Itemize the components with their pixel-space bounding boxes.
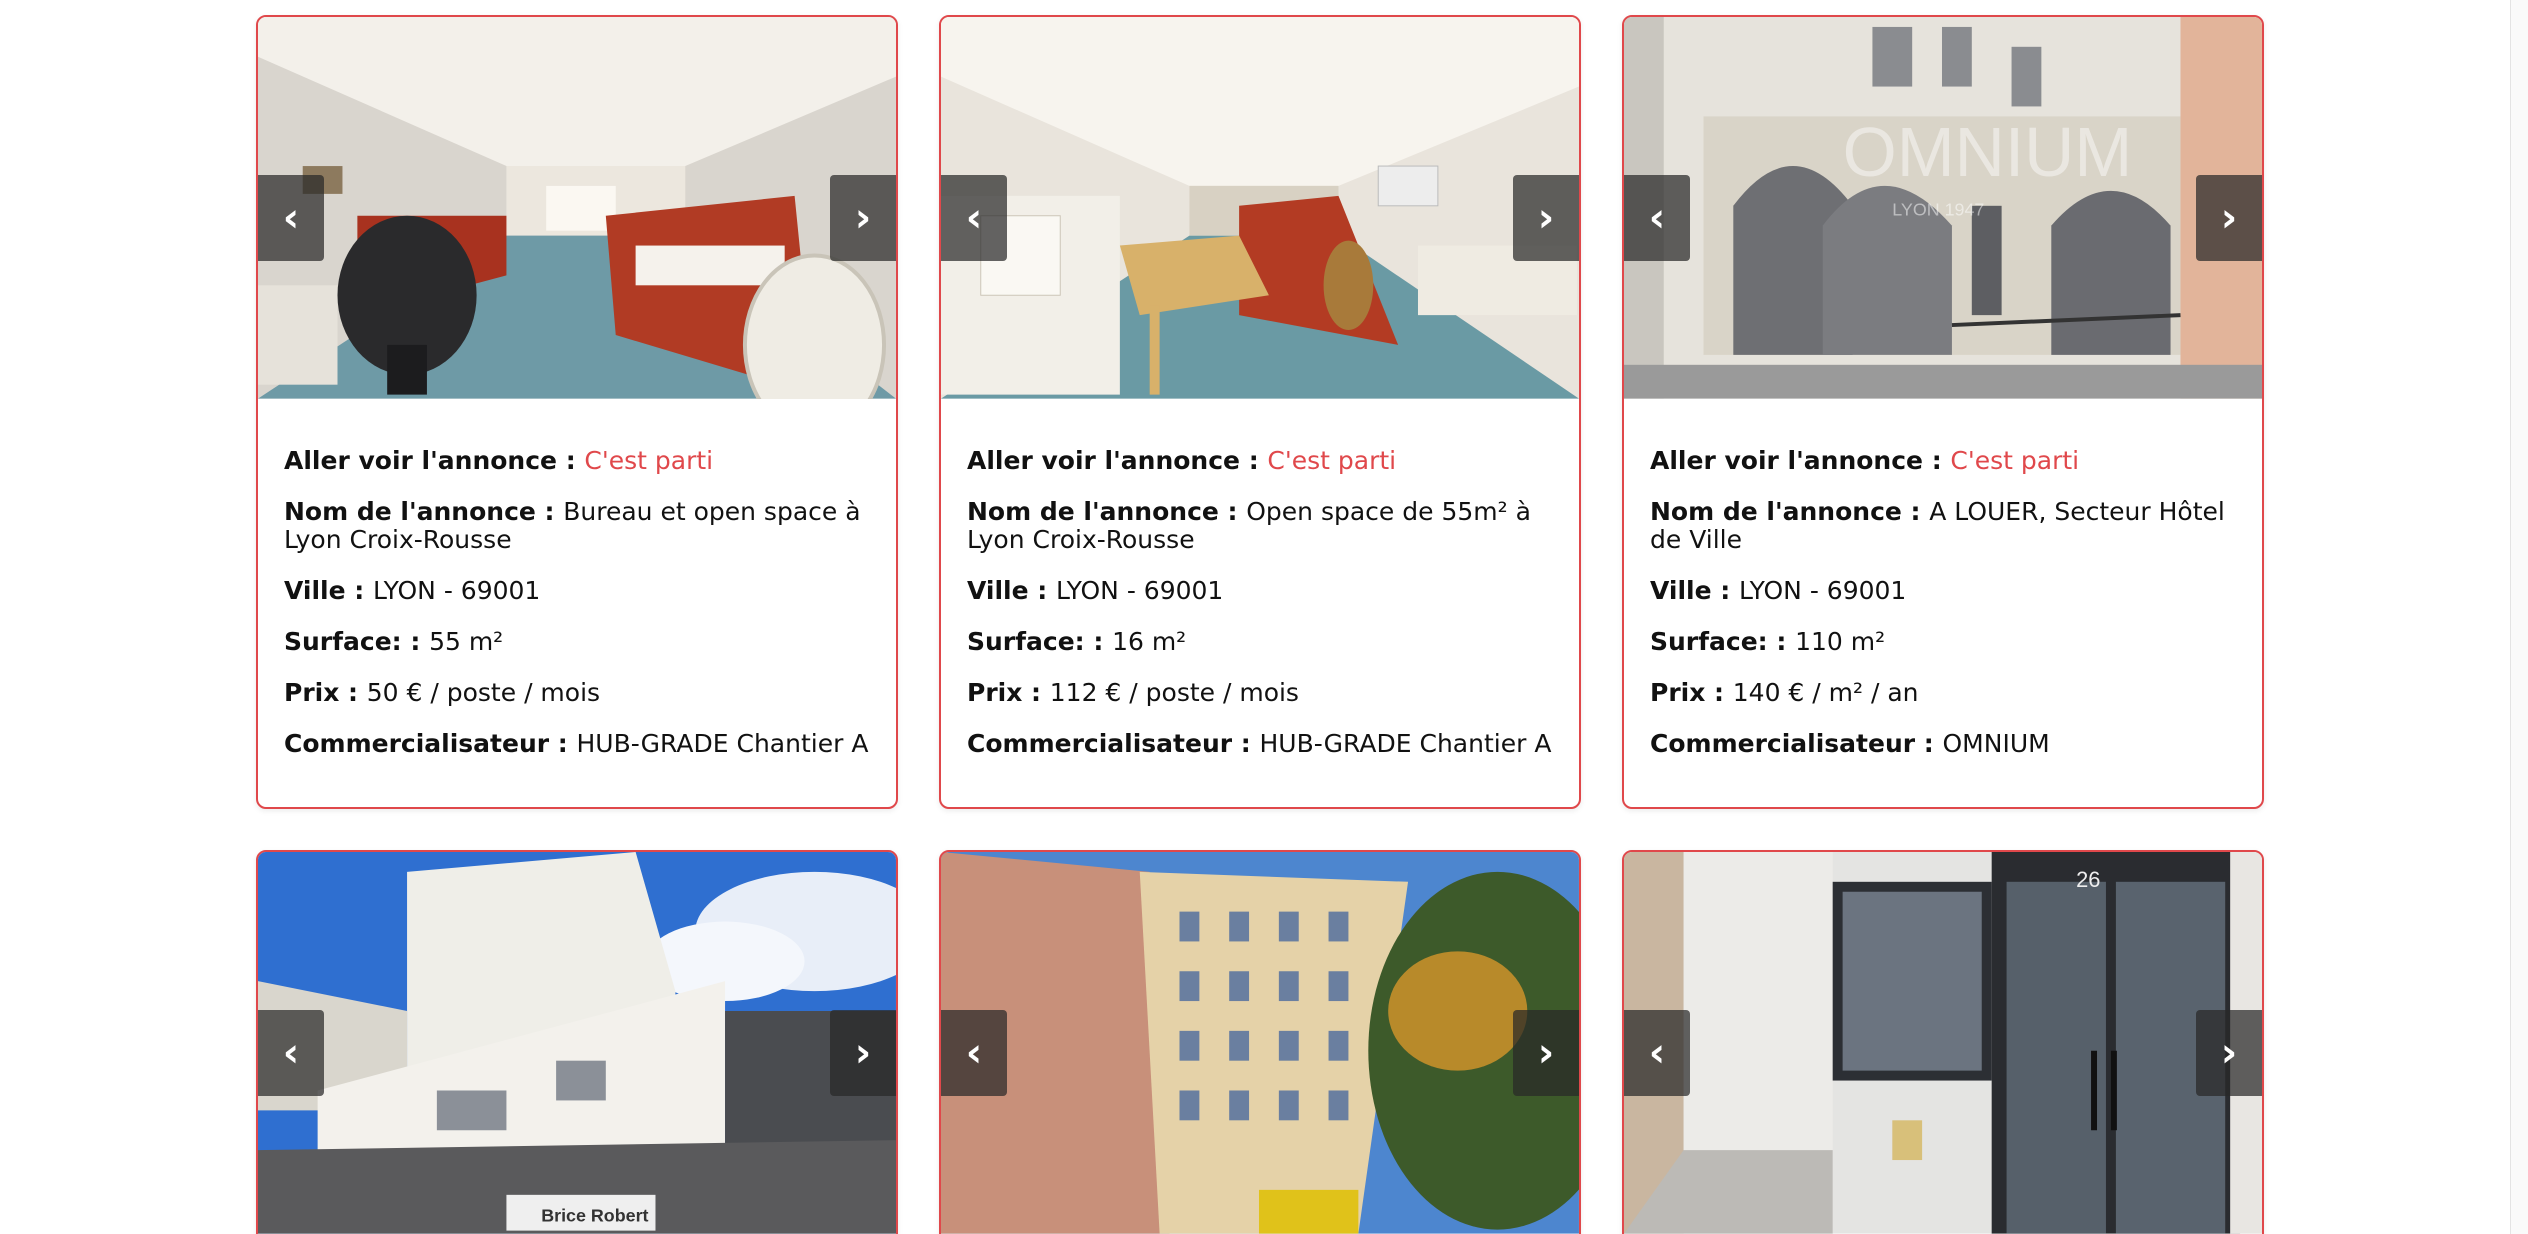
name-row: Nom de l'annonce : Open space de 55m² à … xyxy=(967,498,1553,554)
listing-card: ‹ › xyxy=(939,850,1581,1234)
listing-link[interactable]: C'est parti xyxy=(1267,446,1396,475)
surface-row: Surface: : 16 m² xyxy=(967,628,1553,656)
surface-label: Surface: : xyxy=(967,627,1113,656)
name-label: Nom de l'annonce : xyxy=(1650,497,1930,526)
photo-carousel[interactable]: Brice Robert ‹ › xyxy=(258,852,896,1234)
name-label: Nom de l'annonce : xyxy=(284,497,564,526)
watermark-text: OMNIUM xyxy=(1843,113,2133,191)
carousel-next-button[interactable]: › xyxy=(1513,1010,1579,1096)
carousel-next-button[interactable]: › xyxy=(2196,175,2262,261)
listing-surface: 110 m² xyxy=(1795,627,1886,656)
agent-row: Commercialisateur : OMNIUM xyxy=(1650,730,2236,758)
listing-surface: 16 m² xyxy=(1112,627,1187,656)
listing-surface: 55 m² xyxy=(429,627,504,656)
agent-row: Commercialisateur : HUB-GRADE Chantier A xyxy=(967,730,1553,758)
carousel-next-button[interactable]: › xyxy=(830,175,896,261)
carousel-prev-button[interactable]: ‹ xyxy=(941,1010,1007,1096)
surface-row: Surface: : 110 m² xyxy=(1650,628,2236,656)
listing-photo xyxy=(941,852,1579,1234)
listing-info: Aller voir l'annonce : C'est parti Nom d… xyxy=(941,401,1579,758)
link-label: Aller voir l'annonce : xyxy=(284,446,585,475)
carousel-prev-button[interactable]: ‹ xyxy=(1624,175,1690,261)
listing-city: LYON - 69001 xyxy=(372,576,541,605)
price-label: Prix : xyxy=(967,678,1050,707)
carousel-prev-button[interactable]: ‹ xyxy=(941,175,1007,261)
surface-label: Surface: : xyxy=(284,627,430,656)
link-label: Aller voir l'annonce : xyxy=(967,446,1268,475)
surface-row: Surface: : 55 m² xyxy=(284,628,870,656)
listing-price: 112 € / poste / mois xyxy=(1049,678,1299,707)
listing-card: 26 ‹ › xyxy=(1622,850,2264,1234)
photo-carousel[interactable]: ‹ › xyxy=(941,852,1579,1234)
photo-carousel[interactable]: ‹ › xyxy=(941,17,1579,401)
listing-photo xyxy=(941,17,1579,399)
city-label: Ville : xyxy=(967,576,1056,605)
listing-card: OMNIUM LYON 1947 ‹ › Aller voir l'annonc… xyxy=(1622,15,2264,809)
carousel-next-button[interactable]: › xyxy=(830,1010,896,1096)
name-row: Nom de l'annonce : A LOUER, Secteur Hôte… xyxy=(1650,498,2236,554)
carousel-prev-button[interactable]: ‹ xyxy=(1624,1010,1690,1096)
watermark-text: Brice Robert xyxy=(541,1206,648,1226)
link-row: Aller voir l'annonce : C'est parti xyxy=(1650,447,2236,475)
carousel-next-button[interactable]: › xyxy=(2196,1010,2262,1096)
link-row: Aller voir l'annonce : C'est parti xyxy=(967,447,1553,475)
link-label: Aller voir l'annonce : xyxy=(1650,446,1951,475)
photo-carousel[interactable]: ‹ › xyxy=(258,17,896,401)
name-label: Nom de l'annonce : xyxy=(967,497,1247,526)
listing-photo xyxy=(258,17,896,399)
listing-city: LYON - 69001 xyxy=(1738,576,1907,605)
listing-card: ‹ › Aller voir l'annonce : C'est parti N… xyxy=(939,15,1581,809)
city-row: Ville : LYON - 69001 xyxy=(967,577,1553,605)
listing-card: ‹ › Aller voir l'annonce : C'est parti N… xyxy=(256,15,898,809)
listing-price: 50 € / poste / mois xyxy=(366,678,601,707)
link-row: Aller voir l'annonce : C'est parti xyxy=(284,447,870,475)
city-label: Ville : xyxy=(1650,576,1739,605)
name-row: Nom de l'annonce : Bureau et open space … xyxy=(284,498,870,554)
photo-carousel[interactable]: 26 ‹ › xyxy=(1624,852,2262,1234)
building-number: 26 xyxy=(2076,867,2100,892)
listing-info: Aller voir l'annonce : C'est parti Nom d… xyxy=(1624,401,2262,758)
listing-link[interactable]: C'est parti xyxy=(584,446,713,475)
listing-card: Brice Robert ‹ › xyxy=(256,850,898,1234)
listing-agent: OMNIUM xyxy=(1942,729,2050,758)
agent-label: Commercialisateur : xyxy=(1650,729,1943,758)
listing-agent: HUB-GRADE Chantier A xyxy=(576,729,869,758)
surface-label: Surface: : xyxy=(1650,627,1796,656)
vertical-scrollbar[interactable] xyxy=(2510,0,2528,1234)
price-label: Prix : xyxy=(1650,678,1733,707)
price-label: Prix : xyxy=(284,678,367,707)
price-row: Prix : 140 € / m² / an xyxy=(1650,679,2236,707)
carousel-prev-button[interactable]: ‹ xyxy=(258,1010,324,1096)
price-row: Prix : 112 € / poste / mois xyxy=(967,679,1553,707)
listing-photo: 26 xyxy=(1624,852,2262,1234)
listing-agent: HUB-GRADE Chantier A xyxy=(1259,729,1552,758)
listing-photo: OMNIUM LYON 1947 xyxy=(1624,17,2262,399)
carousel-next-button[interactable]: › xyxy=(1513,175,1579,261)
listing-photo: Brice Robert xyxy=(258,852,896,1234)
city-row: Ville : LYON - 69001 xyxy=(1650,577,2236,605)
agent-row: Commercialisateur : HUB-GRADE Chantier A xyxy=(284,730,870,758)
agent-label: Commercialisateur : xyxy=(284,729,577,758)
agent-label: Commercialisateur : xyxy=(967,729,1260,758)
city-label: Ville : xyxy=(284,576,373,605)
listing-city: LYON - 69001 xyxy=(1055,576,1224,605)
watermark-subtext: LYON 1947 xyxy=(1892,200,1984,220)
photo-carousel[interactable]: OMNIUM LYON 1947 ‹ › xyxy=(1624,17,2262,401)
listing-price: 140 € / m² / an xyxy=(1732,678,1919,707)
listing-link[interactable]: C'est parti xyxy=(1950,446,2079,475)
listing-info: Aller voir l'annonce : C'est parti Nom d… xyxy=(258,401,896,758)
city-row: Ville : LYON - 69001 xyxy=(284,577,870,605)
carousel-prev-button[interactable]: ‹ xyxy=(258,175,324,261)
price-row: Prix : 50 € / poste / mois xyxy=(284,679,870,707)
